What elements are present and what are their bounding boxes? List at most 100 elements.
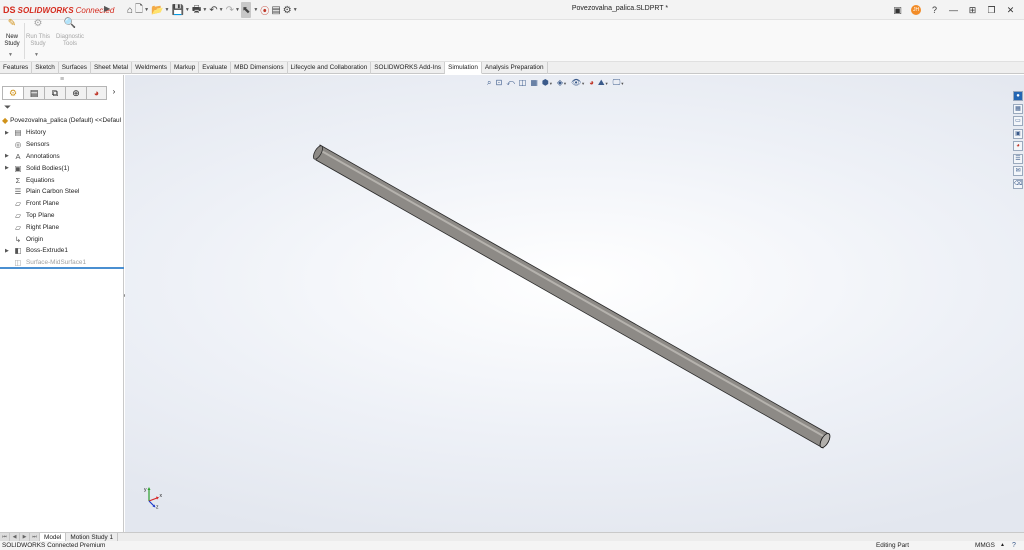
tab-weldments[interactable]: Weldments <box>132 62 171 74</box>
connecting-rod-part[interactable] <box>125 75 1024 532</box>
product-name: SOLIDWORKS Connected Premium <box>2 542 106 549</box>
open-folder-icon: 📂 <box>151 4 164 16</box>
feature-manager-tabs: ⚙ ▤ ⧉ ⊕ ◕ › <box>2 86 122 100</box>
tab-evaluate[interactable]: Evaluate <box>199 62 232 74</box>
options-button[interactable]: ⚙ ▼ <box>282 2 299 18</box>
prev-tab-arrow-icon[interactable]: ◀ <box>10 533 20 541</box>
chevron-down-icon[interactable]: ▼ <box>165 7 170 13</box>
tree-item[interactable]: ▶ ▣ Solid Bodies(1) <box>0 162 124 174</box>
appearances-icon[interactable]: ◕ <box>1013 141 1023 151</box>
close-button[interactable]: ✕ <box>1001 5 1020 16</box>
help-button[interactable]: ? <box>925 5 944 15</box>
tree-item[interactable]: ▶ ◧ Boss-Extrude1 <box>0 245 124 257</box>
tree-item[interactable]: ◎ Sensors <box>0 139 124 151</box>
last-tab-arrow-icon[interactable]: ⏭ <box>30 533 40 541</box>
feature-tree-icon: ⚙ <box>8 88 18 98</box>
panel-grip-icon[interactable]: ≡ <box>0 75 124 85</box>
command-prompt-button[interactable]: ▣ <box>888 5 907 16</box>
view-palette-icon[interactable]: ▣ <box>1013 128 1023 139</box>
solidworks-logo[interactable]: DS SOLIDWORKS Connected <box>3 4 114 16</box>
tab-analysis-preparation[interactable]: Analysis Preparation <box>482 62 548 74</box>
home-button[interactable]: ⌂ <box>126 2 134 18</box>
dimxpert-manager-tab[interactable]: ⊕ <box>65 86 86 100</box>
chevron-down-icon[interactable]: ▲ <box>1000 541 1005 550</box>
select-button[interactable]: ⬉ <box>240 2 252 18</box>
expand-arrow-icon[interactable]: ▶ <box>5 130 9 136</box>
more-tabs-button[interactable]: › <box>107 86 121 100</box>
expand-arrow-icon[interactable]: ▶ <box>5 165 9 171</box>
rebuild-button[interactable]: ⦿ <box>259 2 270 18</box>
tab-surfaces[interactable]: Surfaces <box>59 62 92 74</box>
chevron-down-icon[interactable]: ▼ <box>202 7 207 13</box>
minimize-button[interactable]: — <box>944 5 963 15</box>
tab-mbd-dimensions[interactable]: MBD Dimensions <box>231 62 288 74</box>
solidworks-resources-icon[interactable]: ● <box>1013 91 1023 101</box>
design-library-icon[interactable]: ▦ <box>1013 103 1023 114</box>
chevron-down-icon[interactable]: ▼ <box>34 52 39 59</box>
chevron-down-icon[interactable]: ▼ <box>235 7 240 13</box>
first-tab-arrow-icon[interactable]: ⏮ <box>0 533 10 541</box>
tab-lifecycle-collaboration[interactable]: Lifecycle and Collaboration <box>288 62 372 74</box>
chevron-down-icon[interactable]: ▼ <box>219 7 224 13</box>
tree-item[interactable]: ▶ A Annotations <box>0 151 124 163</box>
solidworks-forum-icon[interactable]: ✉ <box>1013 166 1023 176</box>
select-dropdown[interactable]: ▼ <box>251 2 259 18</box>
diagnostic-tools-button[interactable]: 🔍 Diagnostic Tools <box>54 19 86 47</box>
command-manager-tabs: Features Sketch Surfaces Sheet Metal Wel… <box>0 62 1024 74</box>
reference-triad: y x z <box>144 487 163 509</box>
tree-item[interactable]: ▶ ▤ History <box>0 127 124 139</box>
tab-features[interactable]: Features <box>0 62 33 74</box>
help-icon[interactable]: ? <box>1012 541 1016 550</box>
print-button[interactable]: 🖶 ▼ <box>191 2 208 18</box>
tree-item-label: Annotations <box>26 152 60 160</box>
recycle-bin-icon[interactable]: ⌫ <box>1013 178 1023 189</box>
chevron-down-icon[interactable]: ▼ <box>185 7 190 13</box>
open-button[interactable]: 📂 ▼ <box>150 2 170 18</box>
tree-item-icon: ◎ <box>14 140 22 150</box>
tree-item[interactable]: Σ Equations <box>0 174 124 186</box>
save-button[interactable]: 💾 ▼ <box>170 2 190 18</box>
tab-markup[interactable]: Markup <box>171 62 200 74</box>
graphics-area[interactable]: ⌕ ⊡ ⤺ ◫ ▦ ⬢▼ ◈▼ 👁▼ ◕ ⛰▼ 🖵▼ ● ▦ ▭ ▣ ◕ ☰ ✉ <box>125 75 1024 532</box>
feature-tree-tab[interactable]: ⚙ <box>2 86 23 100</box>
part-root-node[interactable]: ◆ Povezovalna_palica (Default) <<Defaul <box>2 115 124 126</box>
tab-sketch[interactable]: Sketch <box>32 62 59 74</box>
redo-button[interactable]: ↷ ▼ <box>225 2 241 18</box>
unit-system[interactable]: MMGS <box>975 541 995 550</box>
next-tab-arrow-icon[interactable]: ▶ <box>20 533 30 541</box>
file-properties-icon: ▤ <box>271 4 281 16</box>
tree-item[interactable]: ▱ Top Plane <box>0 210 124 222</box>
tree-item[interactable]: ☰ Plain Carbon Steel <box>0 186 124 198</box>
chevron-down-icon[interactable]: ▼ <box>293 7 298 13</box>
new-document-icon: 🗋 <box>135 3 144 15</box>
tab-solidworks-add-ins[interactable]: SOLIDWORKS Add-Ins <box>371 62 446 74</box>
filter-icon[interactable]: ⏷ <box>4 102 11 113</box>
tile-button[interactable]: ⊞ <box>963 5 982 16</box>
expand-arrow-icon[interactable]: ▶ <box>5 248 9 254</box>
property-manager-tab[interactable]: ▤ <box>23 86 44 100</box>
new-document-button[interactable]: 🗋 ▼ <box>134 2 150 18</box>
file-explorer-icon[interactable]: ▭ <box>1013 116 1023 126</box>
tab-sheet-metal[interactable]: Sheet Metal <box>91 62 133 74</box>
redo-icon: ↷ <box>225 4 234 16</box>
property-manager-icon: ▤ <box>29 88 39 98</box>
restore-button[interactable]: ❐ <box>982 5 1001 16</box>
tree-item[interactable]: ↳ Origin <box>0 233 124 245</box>
rollback-bar[interactable] <box>0 267 124 269</box>
tree-item[interactable]: ▱ Front Plane <box>0 198 124 210</box>
file-properties-button[interactable]: ▤ <box>270 2 281 18</box>
user-avatar[interactable]: JH <box>911 5 921 15</box>
chevron-down-icon[interactable]: ▼ <box>8 52 13 59</box>
configuration-manager-tab[interactable]: ⧉ <box>44 86 65 100</box>
run-study-button[interactable]: ⚙ Run This Study ▼ <box>22 19 54 59</box>
custom-properties-icon[interactable]: ☰ <box>1013 153 1023 164</box>
tree-item-label: Top Plane <box>26 211 55 219</box>
minimize-icon: — <box>949 5 958 15</box>
undo-button[interactable]: ↶ ▼ <box>208 2 224 18</box>
tab-simulation[interactable]: Simulation <box>445 62 482 74</box>
tree-item[interactable]: ▱ Right Plane <box>0 221 124 233</box>
display-manager-tab[interactable]: ◕ <box>86 86 107 100</box>
chevron-down-icon[interactable]: ▼ <box>144 7 149 13</box>
logo-menu-arrow-icon[interactable]: ▶ <box>104 4 110 13</box>
expand-arrow-icon[interactable]: ▶ <box>5 153 9 159</box>
